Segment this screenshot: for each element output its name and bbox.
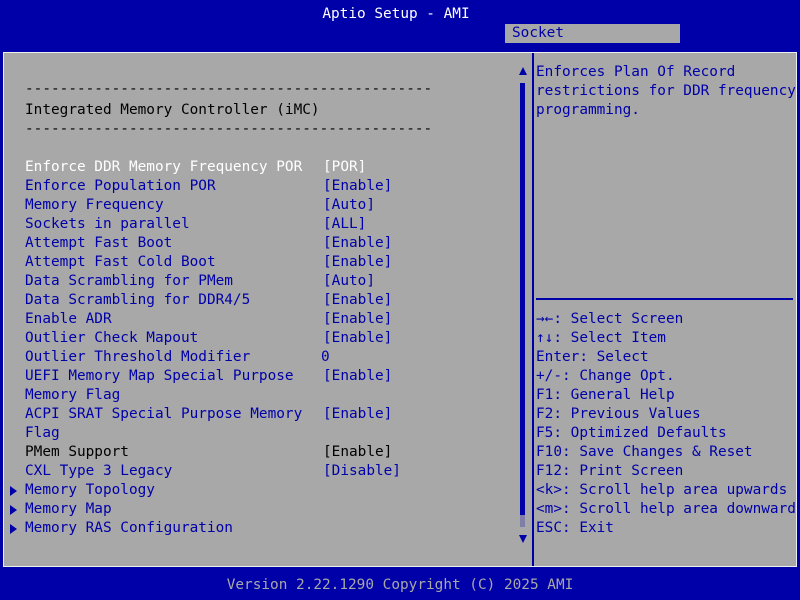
key-change-opt: +/-: Change Opt. [536, 368, 675, 384]
setting-label-memory-frequency[interactable]: Memory Frequency [25, 196, 164, 215]
setting-label-data-scrambling-ddr[interactable]: Data Scrambling for DDR4/5 [25, 291, 250, 310]
setting-label-acpi-srat-special-purpose[interactable]: ACPI SRAT Special Purpose Memory [25, 405, 302, 424]
setting-value-enforce-population-por[interactable]: [Enable] [323, 177, 392, 196]
pane-divider [532, 53, 534, 566]
setting-label-outlier-check-mapout[interactable]: Outlier Check Mapout [25, 329, 198, 348]
setting-label-sockets-in-parallel[interactable]: Sockets in parallel [25, 215, 190, 234]
setting-value-pmem-support: [Enable] [323, 444, 393, 460]
key-k: <k>: Scroll help area upwards [536, 482, 788, 498]
setting-label-uefi-memory-map-special-purpose-line2[interactable]: Memory Flag [25, 386, 120, 405]
scrollbar[interactable] [518, 67, 528, 543]
submenu-arrow-icon [10, 481, 20, 500]
scroll-up-arrow-icon[interactable] [519, 67, 527, 75]
submenu-arrow-icon [10, 500, 20, 519]
key-enter: Enter: Select [536, 349, 649, 365]
setting-label-enforce-population-por[interactable]: Enforce Population POR [25, 177, 216, 196]
key-legend: →←: Select Screen ↑↓: Select Item Enter:… [536, 310, 800, 538]
setting-value-uefi-memory-map-special-purpose[interactable]: [Enable] [323, 367, 392, 386]
key-f10: F10: Save Changes & Reset [536, 444, 753, 460]
setting-label-enable-adr[interactable]: Enable ADR [25, 310, 112, 329]
submenu-memory-ras-configuration[interactable]: Memory RAS Configuration [25, 519, 233, 538]
setting-label-uefi-memory-map-special-purpose[interactable]: UEFI Memory Map Special Purpose [25, 367, 294, 386]
setting-value-attempt-fast-cold-boot[interactable]: [Enable] [323, 253, 392, 272]
footer-version: Version 2.22.1290 Copyright (C) 2025 AMI [0, 576, 800, 595]
setting-label-data-scrambling-pmem[interactable]: Data Scrambling for PMem [25, 272, 233, 291]
setting-value-attempt-fast-boot[interactable]: [Enable] [323, 234, 392, 253]
key-f1: F1: General Help [536, 387, 675, 403]
settings-pane: ----------------------------------------… [4, 53, 532, 566]
setting-label-outlier-threshold-modifier[interactable]: Outlier Threshold Modifier [25, 348, 250, 367]
help-divider [536, 298, 793, 300]
scroll-down-arrow-icon[interactable] [519, 535, 527, 543]
setting-label-attempt-fast-cold-boot[interactable]: Attempt Fast Cold Boot [25, 253, 216, 272]
setting-value-cxl-type3-legacy[interactable]: [Disable] [323, 462, 401, 481]
setting-label-attempt-fast-boot[interactable]: Attempt Fast Boot [25, 234, 172, 253]
setting-label-enforce-ddr-frequency-por[interactable]: Enforce DDR Memory Frequency POR [25, 158, 302, 177]
submenu-memory-map[interactable]: Memory Map [25, 500, 112, 519]
setting-label-pmem-support: PMem Support [25, 444, 129, 460]
setting-value-sockets-in-parallel[interactable]: [ALL] [323, 215, 366, 234]
separator-bottom: ----------------------------------------… [25, 121, 433, 137]
section-title: Integrated Memory Controller (iMC) [25, 102, 320, 118]
header-bar: Aptio Setup - AMI Socket Configuration [0, 0, 800, 60]
help-line: restrictions for DDR frequency [536, 83, 796, 99]
setting-value-data-scrambling-pmem[interactable]: [Auto] [323, 272, 375, 291]
setting-value-outlier-threshold-modifier[interactable]: 0 [321, 348, 330, 367]
setting-value-acpi-srat-special-purpose[interactable]: [Enable] [323, 405, 392, 424]
submenu-arrow-icon [10, 519, 20, 538]
tab-socket-configuration[interactable]: Socket Configuration [505, 24, 680, 60]
setting-value-enforce-ddr-frequency-por[interactable]: [POR] [323, 158, 366, 177]
setting-label-cxl-type3-legacy[interactable]: CXL Type 3 Legacy [25, 462, 172, 481]
key-f5: F5: Optimized Defaults [536, 425, 727, 441]
help-line: programming. [536, 102, 640, 118]
key-f12: F12: Print Screen [536, 463, 684, 479]
setting-value-memory-frequency[interactable]: [Auto] [323, 196, 375, 215]
submenu-memory-topology[interactable]: Memory Topology [25, 481, 155, 500]
scrollbar-track-dotted[interactable] [520, 501, 525, 527]
key-f2: F2: Previous Values [536, 406, 701, 422]
key-esc: ESC: Exit [536, 520, 614, 536]
scrollbar-thumb[interactable] [520, 83, 525, 515]
setup-frame: ----------------------------------------… [3, 52, 800, 567]
key-select-screen: →←: Select Screen [536, 311, 684, 327]
setting-value-data-scrambling-ddr[interactable]: [Enable] [323, 291, 392, 310]
setting-value-enable-adr[interactable]: [Enable] [323, 310, 392, 329]
help-line: Enforces Plan Of Record [536, 64, 736, 80]
key-m: <m>: Scroll help area downwards [536, 501, 800, 517]
key-select-item: ↑↓: Select Item [536, 330, 666, 346]
help-panel: Enforces Plan Of Record restrictions for… [536, 63, 796, 120]
app-title: Aptio Setup - AMI [322, 6, 470, 22]
separator-top: ----------------------------------------… [25, 81, 433, 97]
setting-label-acpi-srat-special-purpose-line2[interactable]: Flag [25, 424, 60, 443]
setting-value-outlier-check-mapout[interactable]: [Enable] [323, 329, 392, 348]
